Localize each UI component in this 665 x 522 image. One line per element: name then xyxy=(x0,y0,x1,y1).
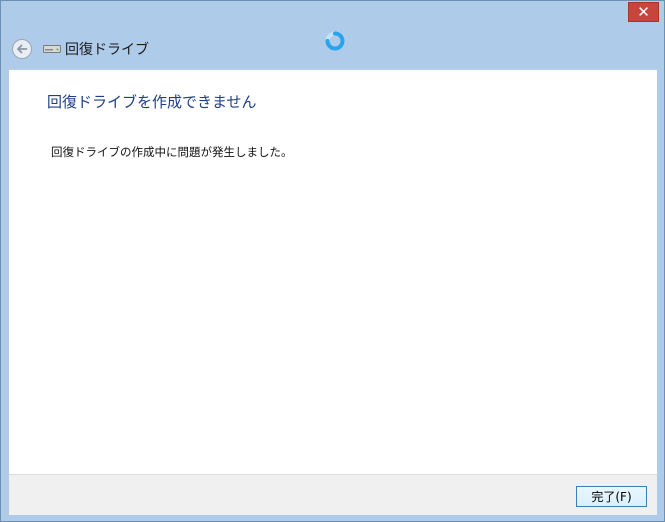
back-button[interactable] xyxy=(11,38,33,60)
drive-icon xyxy=(43,42,61,56)
nav-bar: 回復ドライブ xyxy=(11,37,149,61)
window-title: 回復ドライブ xyxy=(65,42,149,58)
close-button[interactable]: ✕ xyxy=(628,2,659,22)
error-message: 回復ドライブの作成中に問題が発生しました。 xyxy=(51,145,293,159)
page-heading: 回復ドライブを作成できません xyxy=(47,93,257,111)
finish-button-label: 完了(F) xyxy=(591,490,632,504)
close-icon: ✕ xyxy=(637,2,650,21)
busy-spinner-icon xyxy=(325,31,345,51)
finish-button[interactable]: 完了(F) xyxy=(576,486,647,507)
app-window: ✕ 回復ドライブ 回復ドライブを作成できません 回復ドライブの作成中に問題が発生… xyxy=(0,0,665,522)
footer-bar: 完了(F) xyxy=(9,474,657,515)
back-arrow-icon xyxy=(12,39,32,59)
content-panel: 回復ドライブを作成できません 回復ドライブの作成中に問題が発生しました。 xyxy=(9,69,657,475)
